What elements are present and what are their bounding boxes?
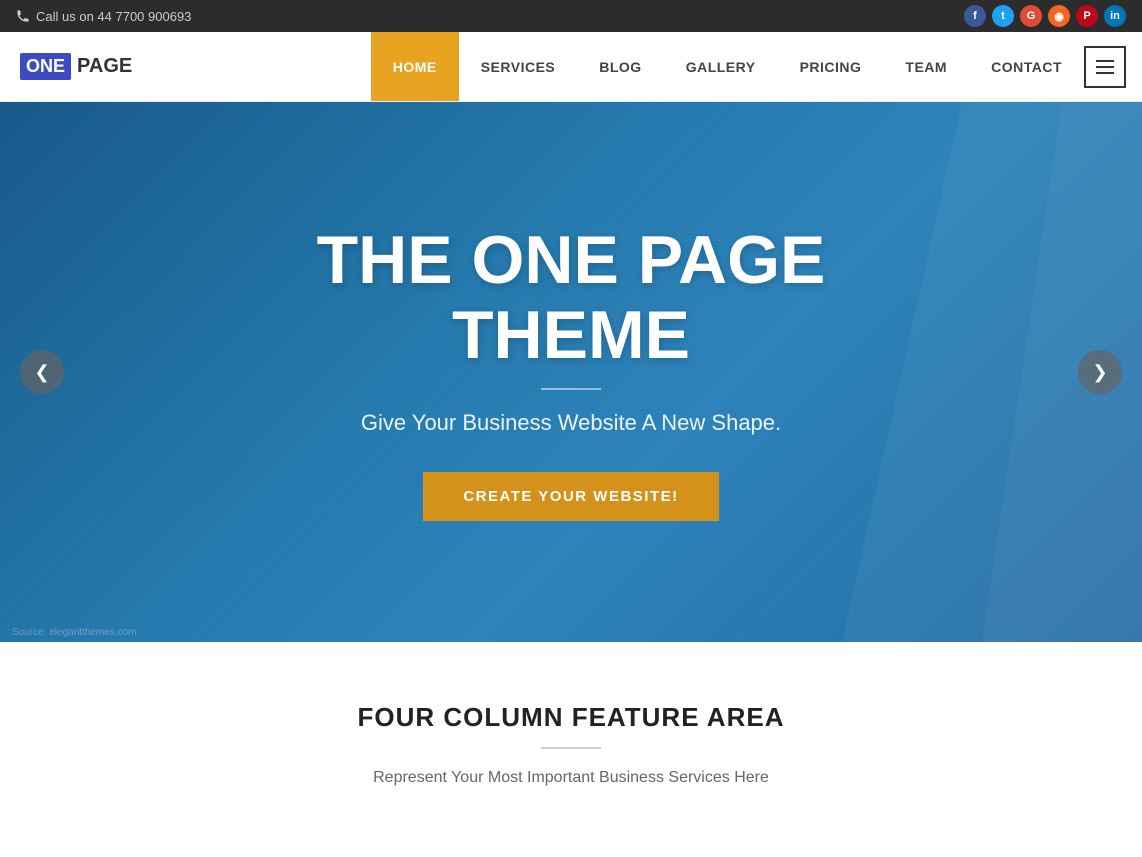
hero-cta-button[interactable]: CREATE YOUR WEBSITE! [423, 472, 718, 521]
hamburger-line-1 [1096, 60, 1114, 62]
phone-icon [16, 9, 30, 23]
logo-one: ONE [20, 53, 71, 80]
top-bar: Call us on 44 7700 900693 f t G ◉ P in [0, 0, 1142, 32]
hamburger-line-3 [1096, 72, 1114, 74]
nav-item-gallery[interactable]: GALLERY [664, 32, 778, 101]
pinterest-icon[interactable]: P [1076, 5, 1098, 27]
carousel-prev-button[interactable]: ❮ [20, 350, 64, 394]
facebook-icon[interactable]: f [964, 5, 986, 27]
navbar: ONE PAGE HOME SERVICES BLOG GALLERY PRIC… [0, 32, 1142, 102]
features-section: FOUR COLUMN FEATURE AREA Represent Your … [0, 642, 1142, 827]
hero-divider [541, 388, 601, 390]
features-title: FOUR COLUMN FEATURE AREA [40, 702, 1102, 733]
hero-content: THE ONE PAGE THEME Give Your Business We… [171, 223, 971, 522]
arrow-left-icon: ❮ [34, 362, 49, 383]
hero-subtitle: Give Your Business Website A New Shape. [211, 410, 931, 436]
nav-links: HOME SERVICES BLOG GALLERY PRICING TEAM … [371, 32, 1142, 101]
features-divider [541, 747, 601, 749]
features-subtitle: Represent Your Most Important Business S… [271, 769, 871, 787]
twitter-icon[interactable]: t [992, 5, 1014, 27]
carousel-next-button[interactable]: ❯ [1078, 350, 1122, 394]
watermark: Source: elegantthemes.com [12, 627, 137, 638]
nav-item-services[interactable]: SERVICES [459, 32, 578, 101]
nav-item-pricing[interactable]: PRICING [778, 32, 884, 101]
hamburger-line-2 [1096, 66, 1114, 68]
rss-icon[interactable]: ◉ [1048, 5, 1070, 27]
phone-info: Call us on 44 7700 900693 [16, 9, 191, 24]
google-plus-icon[interactable]: G [1020, 5, 1042, 27]
nav-item-contact[interactable]: CONTACT [969, 32, 1084, 101]
nav-item-home[interactable]: HOME [371, 32, 459, 101]
arrow-right-icon: ❯ [1092, 362, 1107, 383]
nav-item-blog[interactable]: BLOG [577, 32, 663, 101]
logo-page: PAGE [77, 55, 132, 78]
hero-title: THE ONE PAGE THEME [211, 223, 931, 373]
logo[interactable]: ONE PAGE [0, 53, 152, 80]
phone-text: Call us on 44 7700 900693 [36, 9, 191, 24]
hamburger-menu-button[interactable] [1084, 46, 1126, 88]
nav-item-team[interactable]: TEAM [883, 32, 969, 101]
linkedin-icon[interactable]: in [1104, 5, 1126, 27]
hero-section: ❮ THE ONE PAGE THEME Give Your Business … [0, 102, 1142, 642]
social-icons-group: f t G ◉ P in [964, 5, 1126, 27]
